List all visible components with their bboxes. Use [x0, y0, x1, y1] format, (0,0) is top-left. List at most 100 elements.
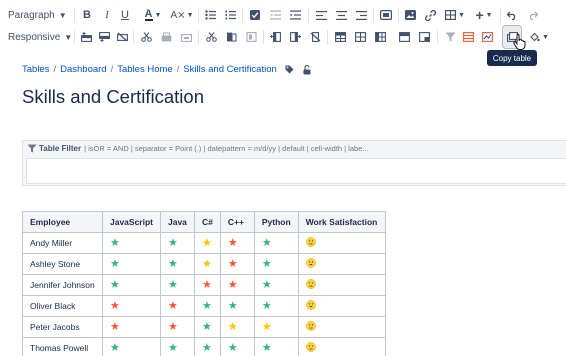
csharp-cell[interactable]: ★: [194, 337, 221, 356]
table-grid-icon[interactable]: [353, 26, 367, 48]
employee-cell[interactable]: Ashley Stone: [22, 253, 103, 275]
csharp-cell[interactable]: ★: [194, 232, 221, 254]
align-center-icon[interactable]: [334, 4, 348, 26]
align-left-icon[interactable]: [314, 4, 328, 26]
employee-cell[interactable]: Peter Jacobs: [22, 316, 103, 338]
text-color-button[interactable]: A ▼: [140, 4, 166, 26]
employee-cell[interactable]: Oliver Black: [22, 295, 103, 317]
work-satisfaction-cell[interactable]: [297, 232, 386, 254]
align-right-icon[interactable]: [354, 4, 368, 26]
column-header-python[interactable]: Python: [253, 211, 299, 233]
paste-column-icon[interactable]: [244, 26, 258, 48]
insert-column-after-icon[interactable]: [288, 26, 302, 48]
employee-cell[interactable]: Andy Miller: [22, 232, 103, 254]
merge-cells-icon[interactable]: [397, 26, 411, 48]
italic-icon[interactable]: I: [100, 4, 114, 26]
table-filter-body[interactable]: [26, 158, 566, 184]
python-cell[interactable]: ★: [253, 232, 299, 254]
indent-icon[interactable]: [288, 4, 302, 26]
unlock-icon[interactable]: [303, 64, 311, 75]
table-layout-select[interactable]: Responsive ▼: [8, 26, 72, 48]
cpp-cell[interactable]: ★: [219, 316, 255, 338]
javascript-cell[interactable]: ★: [102, 253, 161, 275]
cpp-cell[interactable]: ★: [219, 253, 255, 275]
table-chart-icon[interactable]: [480, 26, 494, 48]
breadcrumb-link-tables-home[interactable]: Tables Home: [117, 64, 172, 75]
redo-icon[interactable]: [525, 4, 539, 26]
csharp-cell[interactable]: ★: [194, 316, 221, 338]
csharp-cell[interactable]: ★: [194, 274, 221, 296]
cpp-cell[interactable]: ★: [219, 274, 255, 296]
table-header-column-icon[interactable]: [373, 26, 387, 48]
python-cell[interactable]: ★: [253, 295, 299, 317]
employee-cell[interactable]: Thomas Powell: [22, 337, 103, 356]
work-satisfaction-cell[interactable]: [297, 253, 386, 275]
java-cell[interactable]: ★: [160, 232, 195, 254]
insert-row-before-icon[interactable]: [79, 26, 93, 48]
table-header-row-icon[interactable]: [333, 26, 347, 48]
column-header-employee[interactable]: Employee: [22, 211, 103, 233]
python-cell[interactable]: ★: [253, 274, 299, 296]
work-satisfaction-cell[interactable]: [297, 274, 386, 296]
bold-icon[interactable]: B: [80, 4, 94, 26]
breadcrumb-link-tables[interactable]: Tables: [22, 64, 49, 75]
column-header-cpp[interactable]: C++: [219, 211, 255, 233]
cut-column-icon[interactable]: [204, 26, 218, 48]
cpp-cell[interactable]: ★: [219, 232, 255, 254]
label-tag-icon[interactable]: [285, 65, 294, 74]
column-header-java[interactable]: Java: [160, 211, 195, 233]
java-cell[interactable]: ★: [160, 274, 195, 296]
csharp-cell[interactable]: ★: [194, 295, 221, 317]
delete-row-icon[interactable]: [115, 26, 129, 48]
java-cell[interactable]: ★: [160, 295, 195, 317]
column-header-javascript[interactable]: JavaScript: [102, 211, 161, 233]
work-satisfaction-cell[interactable]: [297, 337, 386, 356]
table-transformer-icon[interactable]: [461, 26, 475, 48]
python-cell[interactable]: ★: [253, 337, 299, 356]
java-cell[interactable]: ★: [160, 337, 195, 356]
more-formatting-button[interactable]: A⨯ ▼: [170, 4, 194, 26]
cpp-cell[interactable]: ★: [219, 337, 255, 356]
paragraph-style-select[interactable]: Paragraph ▼: [8, 4, 70, 26]
python-cell[interactable]: ★: [253, 253, 299, 275]
paste-row-icon[interactable]: [179, 26, 193, 48]
javascript-cell[interactable]: ★: [102, 337, 161, 356]
java-cell[interactable]: ★: [160, 253, 195, 275]
cut-row-icon[interactable]: [139, 26, 153, 48]
javascript-cell[interactable]: ★: [102, 274, 161, 296]
work-satisfaction-cell[interactable]: [297, 316, 386, 338]
java-cell[interactable]: ★: [160, 316, 195, 338]
insert-column-before-icon[interactable]: [268, 26, 282, 48]
numbered-list-icon[interactable]: [223, 4, 237, 26]
task-checkbox-icon[interactable]: [248, 4, 262, 26]
delete-column-icon[interactable]: [308, 26, 322, 48]
insert-more-button[interactable]: + ▼: [472, 4, 496, 26]
split-cell-icon[interactable]: [417, 26, 431, 48]
column-header-work-satisfaction[interactable]: Work Satisfaction: [297, 211, 386, 233]
link-icon[interactable]: [423, 4, 437, 26]
underline-icon[interactable]: U: [118, 4, 132, 26]
table-filter-icon[interactable]: [443, 26, 457, 48]
outdent-icon[interactable]: [268, 4, 282, 26]
breadcrumb-link-dashboard[interactable]: Dashboard: [60, 64, 106, 75]
table-filter-macro[interactable]: Table Filter | isOR = AND | separator = …: [22, 140, 566, 186]
csharp-cell[interactable]: ★: [194, 253, 221, 275]
page-layout-icon[interactable]: [378, 4, 394, 26]
image-icon[interactable]: [403, 4, 417, 26]
cpp-cell[interactable]: ★: [219, 295, 255, 317]
cell-color-button[interactable]: ▼: [527, 26, 551, 48]
insert-table-button[interactable]: ▼: [443, 4, 467, 26]
insert-row-after-icon[interactable]: [97, 26, 111, 48]
bullet-list-icon[interactable]: [203, 4, 217, 26]
copy-row-icon[interactable]: [159, 26, 173, 48]
column-header-csharp[interactable]: C#: [194, 211, 221, 233]
python-cell[interactable]: ★: [253, 316, 299, 338]
copy-column-icon[interactable]: [224, 26, 238, 48]
javascript-cell[interactable]: ★: [102, 295, 161, 317]
employee-cell[interactable]: Jennifer Johnson: [22, 274, 103, 296]
page-title[interactable]: Skills and Certification: [22, 86, 204, 108]
work-satisfaction-cell[interactable]: [297, 295, 386, 317]
javascript-cell[interactable]: ★: [102, 316, 161, 338]
undo-icon[interactable]: [505, 4, 519, 26]
javascript-cell[interactable]: ★: [102, 232, 161, 254]
